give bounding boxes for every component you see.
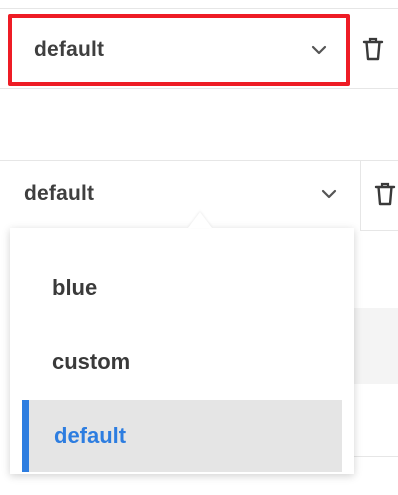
trash-icon[interactable] [362,36,386,64]
cell-divider [360,160,361,230]
theme-select-highlighted[interactable]: default [8,14,350,86]
row-top-border [0,160,398,161]
row-divider [354,456,398,457]
row-bottom-border [0,88,398,89]
option-label: default [54,423,127,448]
option-label: custom [52,349,131,374]
table-row-shade [354,308,398,384]
row-bottom-border [360,230,398,231]
dropdown-option-default[interactable]: default [22,400,342,472]
dropdown-option-custom[interactable]: custom [10,326,342,398]
theme-select-value: default [24,182,95,205]
theme-select-value: default [34,38,105,61]
chevron-down-icon [310,43,328,57]
trash-icon[interactable] [374,181,398,209]
chevron-down-icon [320,187,338,201]
row-top-border [0,8,398,9]
dropdown-option-blue[interactable]: blue [10,252,342,324]
option-label: blue [52,275,98,300]
theme-select-open[interactable]: default [6,162,356,226]
dropdown-caret [188,212,212,228]
